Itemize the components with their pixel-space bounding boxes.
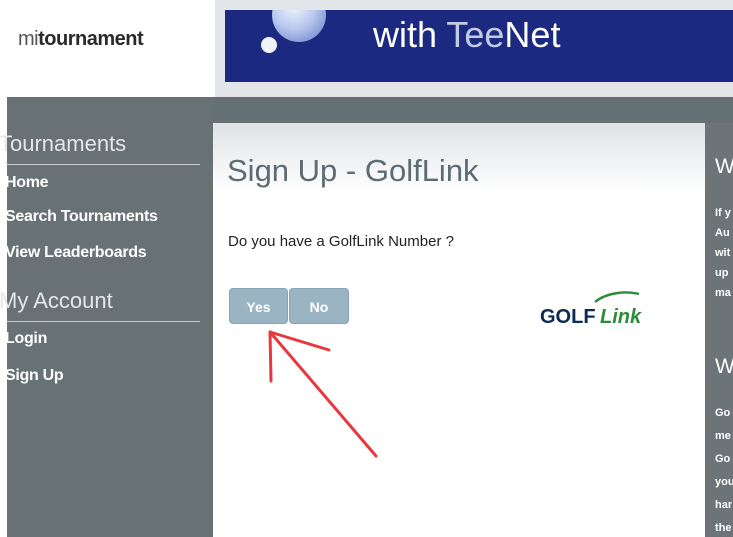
- right-panel-text: the: [715, 522, 732, 534]
- main-content: Sign Up - GolfLink Do you have a GolfLin…: [213, 123, 705, 537]
- right-panel-heading: W: [715, 355, 733, 378]
- right-panel-text: Go: [715, 453, 731, 465]
- logo-prefix: mi: [18, 28, 39, 50]
- logo-rest: tournament: [38, 28, 144, 50]
- right-panel-text: If y: [715, 207, 731, 219]
- banner-text-suffix: Net: [504, 14, 561, 55]
- golflink-logo-link: Link: [600, 306, 642, 328]
- golf-ball-icon: [272, 10, 326, 42]
- sidebar-divider: [7, 164, 200, 165]
- right-panel-text: me: [715, 430, 731, 442]
- sidebar-item-home[interactable]: Home: [5, 174, 49, 192]
- golflink-swoosh-icon: [594, 291, 640, 303]
- golflink-logo-golf: GOLF: [540, 306, 596, 328]
- sidebar-item-view-leaderboards[interactable]: View Leaderboards: [5, 244, 147, 262]
- sidebar-heading-my-account: My Account: [0, 288, 113, 313]
- logo-area: mitournament: [0, 0, 215, 97]
- mitournament-logo[interactable]: mitournament: [18, 28, 144, 51]
- sidebar-item-search-tournaments[interactable]: Search Tournaments: [5, 208, 158, 226]
- left-gutter: [0, 97, 7, 537]
- golflink-logo: GOLF Link: [540, 291, 642, 328]
- golflink-question: Do you have a GolfLink Number ?: [228, 233, 454, 250]
- sidebar-heading-tournaments: Tournaments: [0, 131, 127, 156]
- right-panel-text: you: [715, 476, 733, 488]
- sidebar: Tournaments Home Search Tournaments View…: [0, 97, 213, 537]
- sidebar-item-login[interactable]: Login: [5, 330, 47, 348]
- no-button[interactable]: No: [289, 288, 349, 324]
- banner-text-tee: Tee: [446, 14, 505, 55]
- sidebar-divider: [7, 321, 200, 322]
- right-panel-text: up: [715, 267, 729, 279]
- right-panel-text: Au: [715, 227, 730, 239]
- page-title: Sign Up - GolfLink: [227, 153, 479, 188]
- right-panel-text: wit: [715, 247, 731, 259]
- right-panel-text: Go: [715, 407, 731, 419]
- right-info-panel: W If y Au wit up ma W Go me Go you har t…: [705, 123, 733, 537]
- teenet-banner: with TeeNet: [225, 10, 733, 82]
- yes-button[interactable]: Yes: [229, 288, 288, 324]
- banner-text-prefix: with: [373, 14, 447, 55]
- right-panel-text: har: [715, 499, 733, 511]
- sidebar-item-sign-up[interactable]: Sign Up: [5, 367, 64, 385]
- banner-dot-icon: [261, 37, 277, 53]
- banner-text: with TeeNet: [373, 14, 560, 56]
- right-panel-text: ma: [715, 287, 731, 299]
- right-panel-heading: W: [715, 155, 733, 178]
